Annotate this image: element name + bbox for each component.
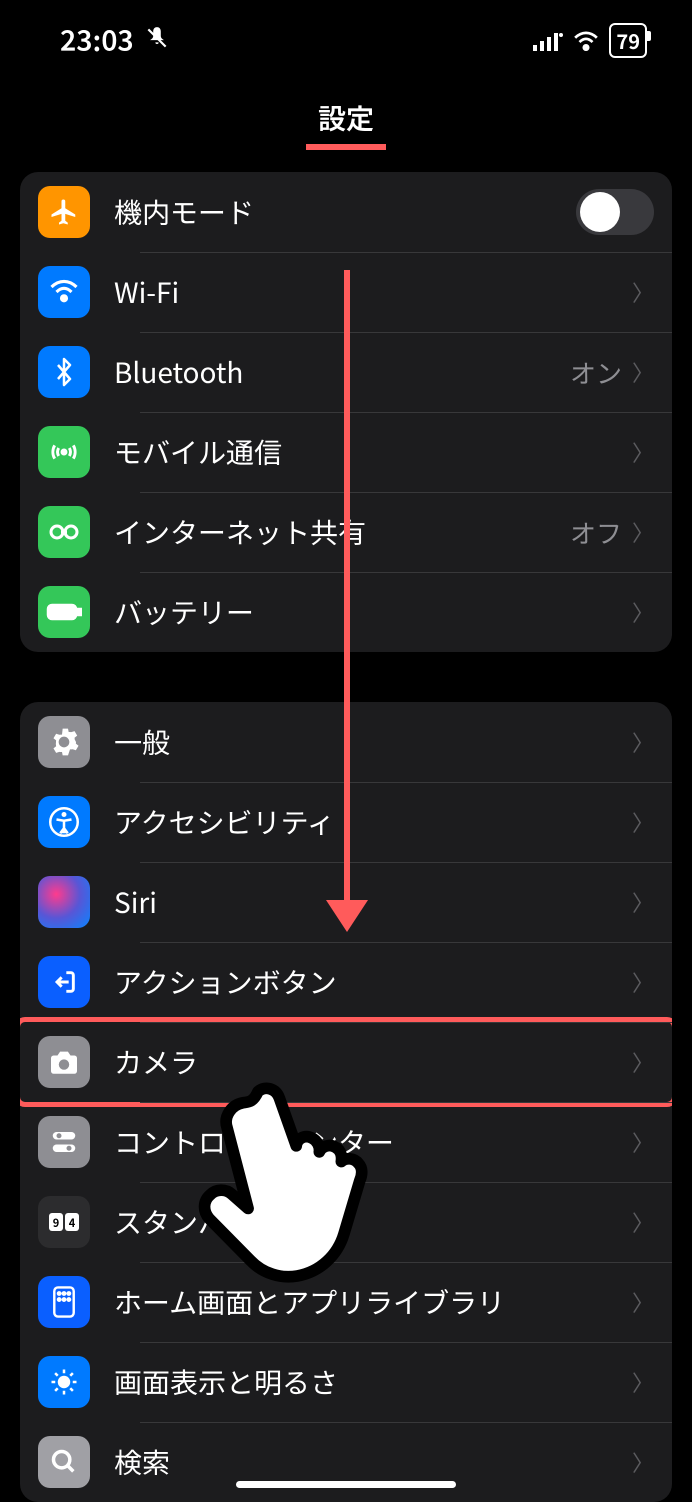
chevron-icon: 〉 <box>632 1206 654 1238</box>
annotation-arrow-head <box>326 900 368 932</box>
standby-icon: 94 <box>38 1196 90 1248</box>
action-button-icon <box>38 956 90 1008</box>
row-label: アクションボタン <box>114 962 632 1002</box>
search-icon <box>38 1436 90 1488</box>
row-label: アクセシビリティ <box>114 802 632 842</box>
cellular-icon <box>533 20 563 60</box>
svg-text:4: 4 <box>69 1215 76 1231</box>
chevron-icon: 〉 <box>632 436 654 468</box>
svg-text:9: 9 <box>53 1215 60 1231</box>
chevron-icon: 〉 <box>632 356 654 388</box>
title-underline-annotation <box>306 144 386 150</box>
row-label: 機内モード <box>114 192 576 232</box>
row-label: Bluetooth <box>114 352 570 392</box>
chevron-icon: 〉 <box>632 1366 654 1398</box>
row-label: 画面表示と明るさ <box>114 1362 632 1402</box>
hand-cursor-annotation <box>176 1054 413 1319</box>
chevron-icon: 〉 <box>632 1446 654 1478</box>
nav-bar: 設定 <box>0 70 692 162</box>
chevron-icon: 〉 <box>632 516 654 548</box>
chevron-icon: 〉 <box>632 966 654 998</box>
row-value: オフ <box>570 514 622 551</box>
chevron-icon: 〉 <box>632 806 654 838</box>
row-value: オン <box>570 354 622 391</box>
bluetooth-icon <box>38 346 90 398</box>
home-indicator[interactable] <box>236 1481 456 1488</box>
row-label: Siri <box>114 882 632 922</box>
row-airplane[interactable]: 機内モード <box>20 172 672 252</box>
chevron-icon: 〉 <box>632 1286 654 1318</box>
chevron-icon: 〉 <box>632 596 654 628</box>
control-center-icon <box>38 1116 90 1168</box>
gear-icon <box>38 716 90 768</box>
row-label: 一般 <box>114 722 632 762</box>
annotation-arrow <box>344 270 350 910</box>
wifi-settings-icon <box>38 266 90 318</box>
row-search[interactable]: 検索 〉 <box>20 1422 672 1502</box>
mute-icon <box>144 20 170 60</box>
accessibility-icon <box>38 796 90 848</box>
chevron-icon: 〉 <box>632 726 654 758</box>
airplane-icon <box>38 186 90 238</box>
status-bar: 23:03 79 <box>0 0 692 70</box>
battery-indicator: 79 <box>609 23 647 58</box>
battery-settings-icon <box>38 586 90 638</box>
row-label: 検索 <box>114 1442 632 1482</box>
hotspot-icon <box>38 506 90 558</box>
page-title: 設定 <box>318 98 374 138</box>
row-label: Wi-Fi <box>114 272 632 312</box>
chevron-icon: 〉 <box>632 1126 654 1158</box>
cellular-settings-icon <box>38 426 90 478</box>
wifi-icon <box>573 20 599 60</box>
status-time: 23:03 <box>60 20 134 60</box>
brightness-icon <box>38 1356 90 1408</box>
chevron-icon: 〉 <box>632 276 654 308</box>
row-label: モバイル通信 <box>114 432 632 472</box>
camera-icon <box>38 1036 90 1088</box>
row-label: インターネット共有 <box>114 512 570 552</box>
row-label: バッテリー <box>114 592 632 632</box>
home-screen-icon <box>38 1276 90 1328</box>
chevron-icon: 〉 <box>632 1046 654 1078</box>
siri-icon <box>38 876 90 928</box>
row-display[interactable]: 画面表示と明るさ 〉 <box>20 1342 672 1422</box>
chevron-icon: 〉 <box>632 886 654 918</box>
airplane-toggle[interactable] <box>576 189 654 235</box>
row-action-button[interactable]: アクションボタン 〉 <box>20 942 672 1022</box>
